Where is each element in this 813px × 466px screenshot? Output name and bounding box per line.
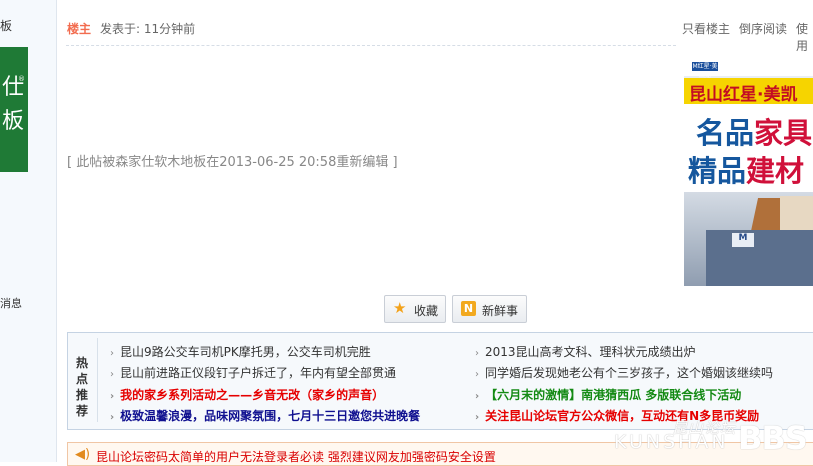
sidebar-top-text: 板 [0, 19, 13, 33]
brand-logo[interactable]: 仕 ® 板 [0, 47, 28, 172]
hot-divider [97, 338, 98, 422]
use-link[interactable]: 使用 [796, 20, 813, 54]
hot-label: 热点推荐 [76, 356, 89, 418]
arrow-icon: › [110, 412, 115, 423]
arrow-icon: › [475, 412, 480, 423]
ad-banner[interactable]: M红星·美凯龙 昆山红星·美凯 名品家具 精品建材 M [684, 58, 813, 286]
favorite-label: 收藏 [414, 304, 439, 318]
hot-item[interactable]: › 2013昆山高考文科、理科状元成绩出炉 [475, 343, 696, 360]
fresh-label: 新鲜事 [482, 304, 519, 318]
arrow-icon: › [475, 369, 479, 380]
favorite-button[interactable]: ★ 收藏 [384, 295, 446, 323]
hot-item[interactable]: › 我的家乡系列活动之——乡音无改（家乡的声音） [110, 386, 384, 403]
ad-line2a: 精品 [688, 154, 747, 188]
ad-band-text: 昆山红星·美凯 [689, 85, 798, 105]
ad-line1b: 家具 [754, 116, 813, 150]
speaker-icon: ◀) [75, 447, 91, 462]
ad-line2b: 建材 [746, 154, 805, 188]
hot-item[interactable]: › 昆山前进路正仪段钉子户拆迁了，年内有望全部贯通 [110, 364, 396, 381]
post-time: 发表于: 11分钟前 [100, 22, 196, 36]
logo-char: 板 [2, 109, 25, 134]
hot-item[interactable]: › 昆山9路公交车司机PK摩托男，公交车司机完胜 [110, 343, 371, 360]
hot-item[interactable]: › 极致温馨浪漫，品味网聚氛围，七月十三日邀您共进晚餐 [110, 407, 420, 424]
only-author-link[interactable]: 只看楼主 [682, 20, 730, 37]
ad-line1a: 名品 [696, 116, 755, 150]
star-icon: ★ [393, 299, 407, 317]
arrow-icon: › [475, 348, 479, 359]
arrow-icon: › [110, 369, 114, 380]
ad-building [706, 230, 813, 286]
ad-brand-badge: M红星·美凯龙 [692, 62, 718, 79]
fresh-news-button[interactable]: N 新鲜事 [452, 295, 527, 323]
author-tag: 楼主 [67, 22, 92, 36]
new-icon: N [461, 301, 476, 316]
ad-building-label: M [732, 233, 754, 247]
arrow-icon: › [475, 391, 480, 402]
registered-mark: ® [18, 75, 25, 83]
edit-note: [ 此帖被森家仕软木地板在2013-06-25 20:58重新编辑 ] [67, 155, 398, 170]
arrow-icon: › [110, 348, 114, 359]
hot-item[interactable]: › 【六月末的激情】南港猜西瓜 多版联合线下活动 [475, 386, 741, 403]
header-divider [66, 45, 676, 47]
reverse-order-link[interactable]: 倒序阅读 [739, 20, 787, 37]
hot-item[interactable]: › 同学婚后发现她老公有个三岁孩子，这个婚姻该继续吗 [475, 364, 773, 381]
watermark-en: KUNSHAN [614, 431, 729, 453]
arrow-icon: › [110, 391, 115, 402]
watermark-bbs: BBS [738, 419, 808, 457]
notice-text: 昆山论坛密码太简单的用户无法登录者必读 强烈建议网友加强密码安全设置 [96, 450, 496, 464]
sidebar-message-link[interactable]: 消息 [0, 295, 22, 311]
